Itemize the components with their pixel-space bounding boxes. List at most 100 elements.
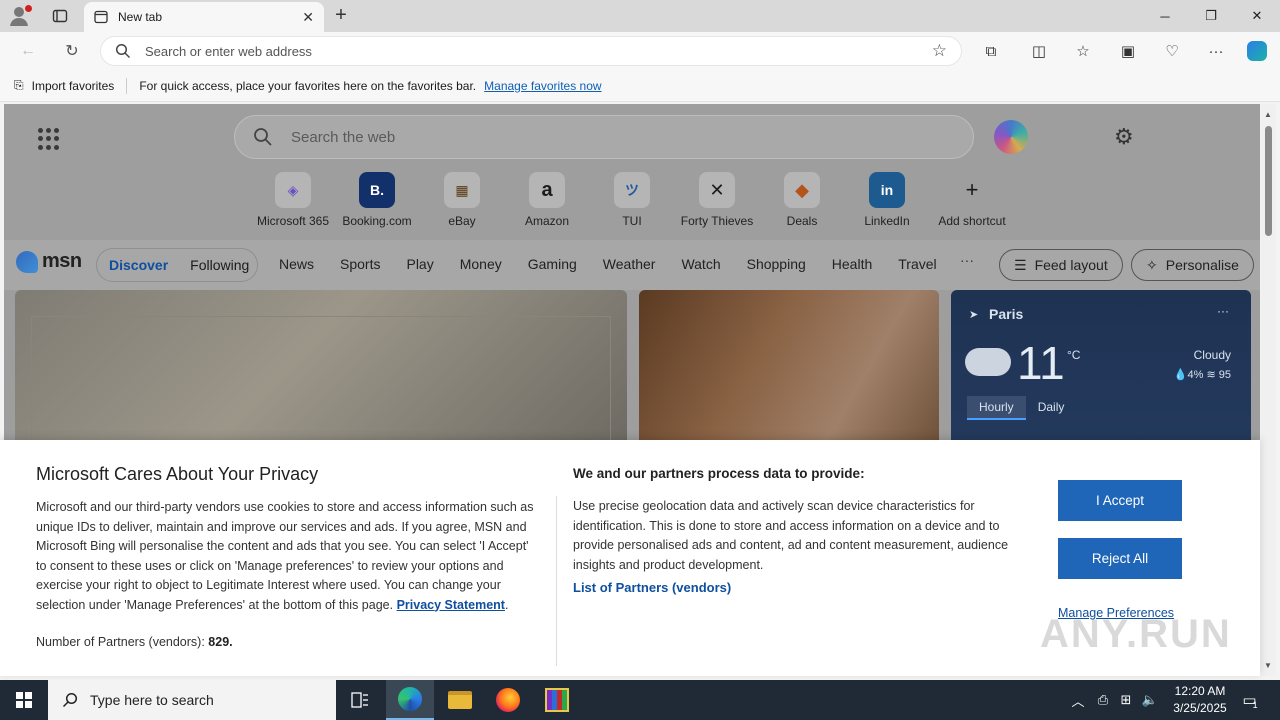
sliders-icon: ☰: [1014, 256, 1027, 273]
tab-daily[interactable]: Daily: [1026, 396, 1077, 420]
clock-date: 3/25/2025: [1173, 701, 1227, 715]
navigation-bar: ← ↻ Search or enter web address ☆ ⧉ ◫ ☆ …: [0, 32, 1280, 70]
network-icon[interactable]: ⊞: [1116, 680, 1136, 720]
msn-butterfly-icon: [16, 250, 38, 273]
nav-travel[interactable]: Travel: [898, 256, 936, 272]
nav-gaming[interactable]: Gaming: [528, 256, 577, 272]
winrar-icon[interactable]: [533, 680, 581, 720]
accept-button[interactable]: I Accept: [1058, 480, 1182, 521]
privacy-statement-link[interactable]: Privacy Statement: [397, 598, 505, 612]
shortcut-amazon[interactable]: a Amazon: [507, 172, 587, 228]
restore-button[interactable]: ❐: [1188, 0, 1234, 32]
taskbar: Type here to search ︿ ⎙ ⊞ 🔈 12:20 AM 3/2…: [0, 680, 1280, 720]
web-search-box[interactable]: Search the web: [234, 115, 974, 159]
back-button[interactable]: ←: [14, 39, 42, 63]
forty-thieves-icon: ✕: [699, 172, 735, 208]
copilot-icon[interactable]: [1244, 40, 1270, 62]
deals-tag-icon: ◆: [784, 172, 820, 208]
page-scrollbar[interactable]: ▲ ▼: [1261, 104, 1276, 676]
shortcut-microsoft-365[interactable]: ◈ Microsoft 365: [253, 172, 333, 228]
close-tab-icon[interactable]: ✕: [302, 9, 314, 26]
nav-play[interactable]: Play: [406, 256, 433, 272]
refresh-button[interactable]: ↻: [58, 39, 86, 63]
shortcut-deals[interactable]: ◆ Deals: [762, 172, 842, 228]
clock[interactable]: 12:20 AM 3/25/2025: [1160, 683, 1240, 717]
manage-preferences-link[interactable]: Manage Preferences: [1058, 606, 1174, 620]
new-tab-button[interactable]: +: [330, 4, 352, 28]
favorites-icon[interactable]: ☆: [1070, 40, 1096, 62]
privacy-body: Microsoft and our third-party vendors us…: [36, 500, 534, 612]
tab-hourly[interactable]: Hourly: [967, 396, 1026, 420]
shortcut-booking[interactable]: B. Booking.com: [337, 172, 417, 228]
shortcut-tui[interactable]: ツ TUI: [592, 172, 672, 228]
nav-health[interactable]: Health: [832, 256, 872, 272]
add-shortcut-icon: +: [965, 177, 979, 202]
taskbar-search[interactable]: Type here to search: [48, 680, 336, 720]
weather-more-icon[interactable]: ···: [1217, 304, 1229, 318]
start-button[interactable]: [0, 680, 48, 720]
hero-story-card[interactable]: [15, 290, 627, 456]
firefox-icon[interactable]: [484, 680, 532, 720]
close-window-button[interactable]: ✕: [1234, 0, 1280, 32]
nav-watch[interactable]: Watch: [681, 256, 720, 272]
clock-time: 12:20 AM: [1174, 684, 1226, 698]
import-favorites-button[interactable]: Import favorites: [32, 79, 115, 93]
sparkle-icon: ✧: [1146, 256, 1158, 273]
shortcut-linkedin[interactable]: in LinkedIn: [847, 172, 927, 228]
address-bar[interactable]: Search or enter web address ☆: [100, 36, 962, 66]
msn-logo-text: msn: [42, 250, 82, 272]
weather-card[interactable]: ➤ Paris ··· 11 °C Cloudy 💧4% ≋ 95 Hourly…: [951, 290, 1251, 450]
manage-favorites-link[interactable]: Manage favorites now: [484, 79, 601, 93]
nav-money[interactable]: Money: [460, 256, 502, 272]
amazon-icon: a: [529, 172, 565, 208]
web-search-placeholder: Search the web: [291, 128, 396, 146]
nav-news[interactable]: News: [279, 256, 314, 272]
shortcut-label: LinkedIn: [864, 214, 910, 228]
nav-more-button[interactable]: ···: [960, 252, 974, 268]
edge-taskbar-icon[interactable]: [386, 680, 434, 720]
apps-launcher-icon[interactable]: [38, 128, 60, 150]
weather-tabs: Hourly Daily: [967, 396, 1076, 420]
shortcut-add[interactable]: + Add shortcut: [932, 172, 1012, 228]
notifications-button[interactable]: ▭ 1: [1236, 680, 1264, 720]
more-menu-icon[interactable]: ···: [1203, 40, 1229, 62]
address-placeholder: Search or enter web address: [145, 43, 312, 59]
feed-tabs: Discover Following: [96, 248, 258, 282]
tab-actions-button[interactable]: [48, 5, 72, 27]
divider: [126, 77, 128, 94]
browser-essentials-icon[interactable]: ♡: [1159, 40, 1185, 62]
personalise-button[interactable]: ✧ Personalise: [1131, 249, 1254, 281]
nav-sports[interactable]: Sports: [340, 256, 380, 272]
partners-count: Number of Partners (vendors): 829.: [36, 635, 233, 649]
tab-discover[interactable]: Discover: [109, 257, 168, 273]
nav-weather[interactable]: Weather: [603, 256, 656, 272]
shortcut-forty-thieves[interactable]: ✕ Forty Thieves: [677, 172, 757, 228]
partners-list-link[interactable]: List of Partners (vendors): [573, 580, 731, 595]
weather-city[interactable]: Paris: [989, 306, 1023, 322]
volume-icon[interactable]: 🔈: [1140, 680, 1160, 720]
minimize-button[interactable]: ─: [1142, 0, 1188, 32]
copilot-logo-icon[interactable]: [994, 120, 1028, 154]
collections-icon[interactable]: ▣: [1115, 40, 1141, 62]
shortcut-ebay[interactable]: ▦ eBay: [422, 172, 502, 228]
file-explorer-icon[interactable]: [436, 680, 484, 720]
split-screen-icon[interactable]: ◫: [1026, 40, 1052, 62]
shortcut-label: Add shortcut: [938, 214, 1006, 228]
task-view-icon[interactable]: [336, 680, 384, 720]
extensions-icon[interactable]: ⧉: [978, 40, 1004, 62]
tab-new-tab[interactable]: New tab ✕: [84, 2, 324, 32]
profile-button[interactable]: [8, 4, 34, 28]
story-card[interactable]: [639, 290, 939, 450]
show-hidden-icons-button[interactable]: ︿: [1068, 680, 1088, 720]
device-icon[interactable]: ⎙: [1093, 680, 1113, 720]
msn-logo[interactable]: msn: [16, 250, 82, 273]
feed-layout-button[interactable]: ☰ Feed layout: [999, 249, 1123, 281]
tab-title: New tab: [118, 10, 163, 24]
favorite-star-icon[interactable]: ☆: [932, 41, 947, 61]
msn-nav: News Sports Play Money Gaming Weather Wa…: [279, 256, 963, 272]
reject-all-button[interactable]: Reject All: [1058, 538, 1182, 579]
scrollbar-thumb[interactable]: [1265, 126, 1272, 236]
tab-following[interactable]: Following: [190, 257, 249, 273]
nav-shopping[interactable]: Shopping: [747, 256, 806, 272]
page-settings-gear-icon[interactable]: ⚙: [1114, 124, 1134, 150]
